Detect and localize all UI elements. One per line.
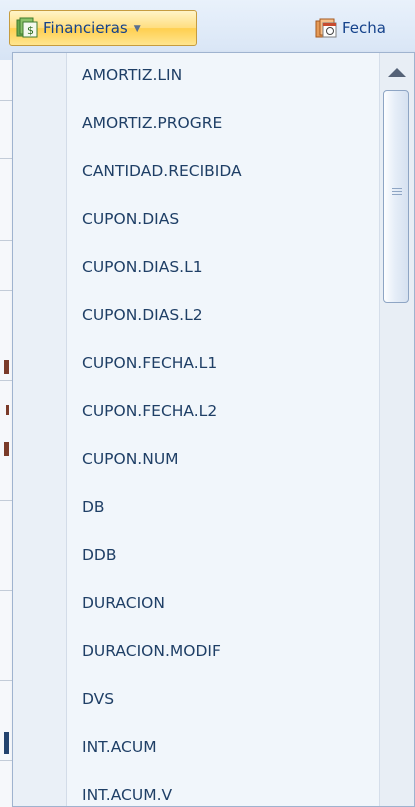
menu-scrollbar[interactable] bbox=[379, 53, 414, 806]
dropdown-caret-icon: ▼ bbox=[133, 24, 141, 34]
date-functions-button[interactable]: Fecha bbox=[309, 10, 415, 46]
financial-functions-button[interactable]: $ Financieras ▼ bbox=[9, 10, 197, 46]
menu-item-dvs[interactable]: DVS bbox=[67, 675, 379, 723]
menu-item-cupon-fecha-l2[interactable]: CUPON.FECHA.L2 bbox=[67, 387, 379, 435]
menu-item-int-acum-v[interactable]: INT.ACUM.V bbox=[67, 771, 379, 806]
menu-item-ddb[interactable]: DDB bbox=[67, 531, 379, 579]
function-list: AMORTIZ.LIN AMORTIZ.PROGRE CANTIDAD.RECI… bbox=[67, 53, 379, 806]
menu-item-duracion-modif[interactable]: DURACION.MODIF bbox=[67, 627, 379, 675]
calendar-book-icon bbox=[315, 18, 337, 38]
menu-item-amortiz-progre[interactable]: AMORTIZ.PROGRE bbox=[67, 99, 379, 147]
menu-item-cantidad-recibida[interactable]: CANTIDAD.RECIBIDA bbox=[67, 147, 379, 195]
menu-item-cupon-num[interactable]: CUPON.NUM bbox=[67, 435, 379, 483]
menu-item-cupon-dias-l1[interactable]: CUPON.DIAS.L1 bbox=[67, 243, 379, 291]
menu-item-cupon-fecha-l1[interactable]: CUPON.FECHA.L1 bbox=[67, 339, 379, 387]
financial-functions-label: Financieras bbox=[43, 19, 128, 37]
menu-item-cupon-dias-l2[interactable]: CUPON.DIAS.L2 bbox=[67, 291, 379, 339]
date-functions-label: Fecha bbox=[342, 19, 386, 37]
scrollbar-grip-icon bbox=[392, 188, 402, 189]
scrollbar-thumb[interactable] bbox=[383, 90, 409, 303]
financial-book-icon: $ bbox=[16, 17, 38, 38]
menu-item-duracion[interactable]: DURACION bbox=[67, 579, 379, 627]
menu-item-cupon-dias[interactable]: CUPON.DIAS bbox=[67, 195, 379, 243]
svg-text:$: $ bbox=[27, 24, 34, 37]
menu-item-amortiz-lin[interactable]: AMORTIZ.LIN bbox=[67, 53, 379, 99]
menu-item-int-acum[interactable]: INT.ACUM bbox=[67, 723, 379, 771]
menu-icon-gutter bbox=[13, 53, 67, 806]
scroll-up-arrow-icon[interactable] bbox=[388, 68, 406, 77]
ribbon-bar: $ Financieras ▼ Fecha bbox=[0, 0, 415, 60]
financial-functions-dropdown: AMORTIZ.LIN AMORTIZ.PROGRE CANTIDAD.RECI… bbox=[12, 52, 415, 807]
menu-item-db[interactable]: DB bbox=[67, 483, 379, 531]
